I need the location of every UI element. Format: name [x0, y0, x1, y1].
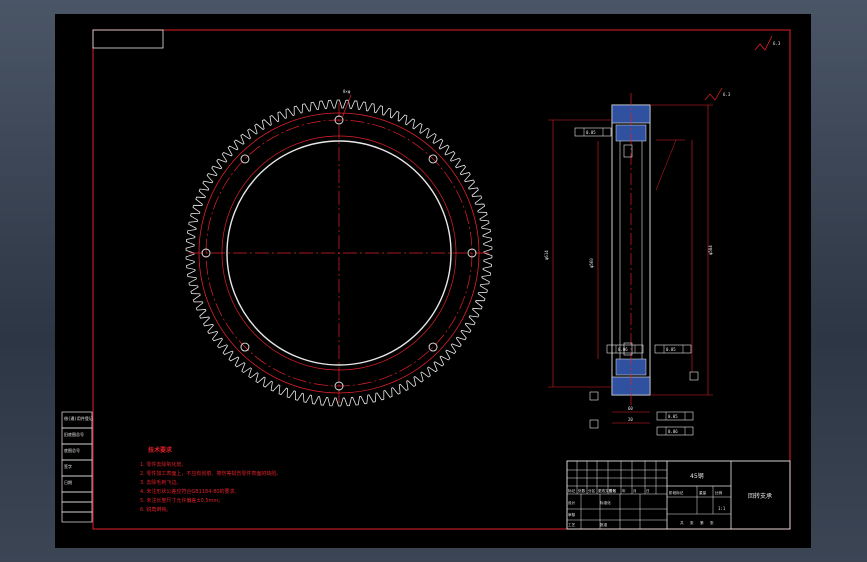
tb-header: 日	[646, 489, 650, 493]
tolerance-value: 0.05	[666, 347, 676, 352]
tb-label: 张	[710, 520, 714, 525]
tolerance-value: 0.06	[668, 429, 678, 434]
tb-label: 标准化	[600, 500, 611, 505]
drawing-canvas: 借(通)用件登记旧底图总号底图总号签字日期 8×φ φ614 φ560 φ584 60…	[55, 14, 811, 548]
tb-label: 比例	[715, 490, 723, 495]
notes-item: 1. 零件去除氧化皮。	[140, 461, 186, 468]
notes-item: 5. 未注长度尺寸允许偏差±0.5mm。	[140, 497, 223, 504]
left-table-label: 签字	[64, 463, 72, 469]
tb-label: 批准	[600, 522, 608, 527]
tb-header: 年	[622, 488, 626, 493]
tb-label: 阶段标记	[669, 490, 684, 495]
dim-width: 60	[628, 406, 633, 411]
dim-bore: φ560	[589, 258, 594, 268]
notes-item: 6. 锐角倒钝。	[140, 506, 171, 513]
roughness-mark-value: 6.3	[723, 92, 731, 97]
tb-label: 审核	[568, 512, 576, 517]
part-name-label: 回转支承	[748, 492, 772, 500]
scale-label: 1:1	[718, 506, 726, 511]
tb-label: 第	[700, 520, 704, 525]
dim-outer: φ614	[544, 250, 549, 260]
tb-label: 共	[680, 520, 684, 525]
roughness-value: 6.3	[773, 41, 781, 46]
notes-item: 4. 未注形状公差应符合GB1184-80的要求。	[140, 488, 240, 495]
tb-label: 张	[690, 520, 694, 525]
tolerance-value: 0.06	[618, 347, 628, 352]
tb-label: 重量	[699, 490, 707, 495]
dim-width2: 20	[628, 417, 633, 422]
tolerance-value: 0.05	[668, 414, 678, 419]
left-table-label: 旧底图总号	[64, 431, 84, 437]
left-table-label: 借(通)用件登记	[64, 415, 93, 421]
tb-header: 处数	[578, 488, 586, 493]
cad-viewport[interactable]: 借(通)用件登记 旧底图总号底图总号签字日期 8×φ φ614 φ560 φ584 60…	[0, 0, 867, 562]
left-table-label: 日期	[64, 479, 72, 485]
tb-label: 设计	[568, 500, 576, 505]
notes-item: 3. 去除毛刺飞边。	[140, 479, 181, 486]
tb-label: 工艺	[568, 522, 576, 527]
tb-header: 分区	[588, 488, 596, 493]
tb-header: 签名	[609, 488, 617, 493]
notes-item: 2. 零件加工表面上，不应有划痕、擦伤等损伤零件表面的缺陷。	[140, 470, 281, 477]
material-label: 45钢	[690, 472, 704, 480]
left-table-label: 底图总号	[64, 447, 80, 453]
tb-header: 标记	[568, 488, 576, 493]
hole-callout: 8×φ	[343, 89, 351, 94]
tolerance-value: 0.05	[586, 130, 596, 135]
tb-header: 月	[633, 488, 637, 493]
dim-pcd: φ584	[708, 245, 713, 255]
notes-title: 技术要求	[148, 446, 173, 454]
